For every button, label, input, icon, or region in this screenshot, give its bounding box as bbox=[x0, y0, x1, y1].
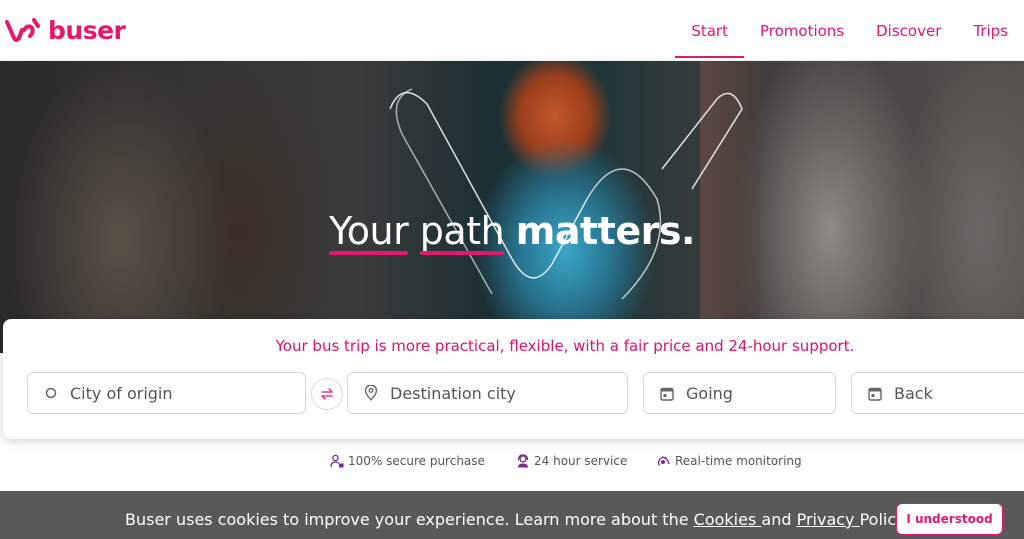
calendar-icon bbox=[658, 384, 676, 402]
hero-title-word-matters: matters. bbox=[515, 209, 696, 253]
origin-circle-icon bbox=[42, 384, 60, 402]
hero-title: Your path matters. bbox=[0, 209, 1024, 255]
nav-discover[interactable]: Discover bbox=[860, 0, 957, 61]
main-nav: Start Promotions Discover Trips bbox=[675, 0, 1024, 61]
swap-arrows-icon bbox=[321, 388, 333, 400]
feature-secure-purchase: 100% secure purchase bbox=[330, 454, 485, 468]
return-date-field[interactable]: Back bbox=[851, 372, 1024, 414]
brand-name: buser bbox=[48, 16, 126, 45]
swap-cities-button[interactable] bbox=[311, 378, 343, 410]
cookie-text-and: and bbox=[761, 510, 797, 529]
feature-24h-service: 24 hour service bbox=[516, 454, 627, 468]
feature-secure-purchase-label: 100% secure purchase bbox=[348, 454, 485, 468]
return-date-placeholder: Back bbox=[894, 383, 933, 403]
calendar-icon bbox=[866, 384, 884, 402]
search-tagline: Your bus trip is more practical, flexibl… bbox=[275, 337, 855, 355]
hero-banner: Your path matters. bbox=[0, 61, 1024, 353]
buser-logo-icon bbox=[5, 17, 40, 42]
feature-realtime-monitoring-label: Real-time monitoring bbox=[675, 454, 802, 468]
cookie-message: Buser uses cookies to improve your exper… bbox=[125, 510, 916, 529]
feature-highlights: 100% secure purchase 24 hour service Rea… bbox=[0, 454, 1024, 474]
cookies-link[interactable]: Cookies bbox=[694, 510, 762, 529]
cookie-text-intro: Buser uses cookies to improve your exper… bbox=[125, 510, 694, 529]
destination-city-field[interactable]: Destination city bbox=[347, 372, 628, 414]
departure-date-placeholder: Going bbox=[686, 383, 733, 403]
privacy-link[interactable]: Privacy bbox=[797, 510, 860, 529]
secure-user-icon bbox=[330, 454, 344, 468]
tracking-icon bbox=[657, 456, 670, 466]
nav-trips[interactable]: Trips bbox=[957, 0, 1024, 61]
trip-search-card: Your bus trip is more practical, flexibl… bbox=[3, 319, 1024, 439]
origin-city-placeholder: City of origin bbox=[70, 383, 173, 403]
destination-city-placeholder: Destination city bbox=[390, 383, 516, 403]
hero-title-word-path: path bbox=[419, 209, 505, 255]
feature-24h-service-label: 24 hour service bbox=[534, 454, 628, 468]
departure-date-field[interactable]: Going bbox=[643, 372, 836, 414]
hero-title-word-your: Your bbox=[329, 209, 409, 255]
accept-cookies-button[interactable]: I understood bbox=[896, 503, 1003, 535]
brand-logo[interactable]: buser bbox=[4, 16, 126, 45]
nav-promotions[interactable]: Promotions bbox=[744, 0, 860, 61]
hero-logo-outline-icon bbox=[389, 88, 743, 300]
support-agent-icon bbox=[517, 454, 529, 468]
nav-start[interactable]: Start bbox=[675, 0, 744, 61]
top-header: buser Start Promotions Discover Trips bbox=[0, 0, 1024, 61]
origin-city-field[interactable]: City of origin bbox=[27, 372, 306, 414]
cookie-consent-bar: Buser uses cookies to improve your exper… bbox=[0, 491, 1024, 539]
location-pin-icon bbox=[362, 384, 380, 402]
feature-realtime-monitoring: Real-time monitoring bbox=[657, 454, 802, 468]
